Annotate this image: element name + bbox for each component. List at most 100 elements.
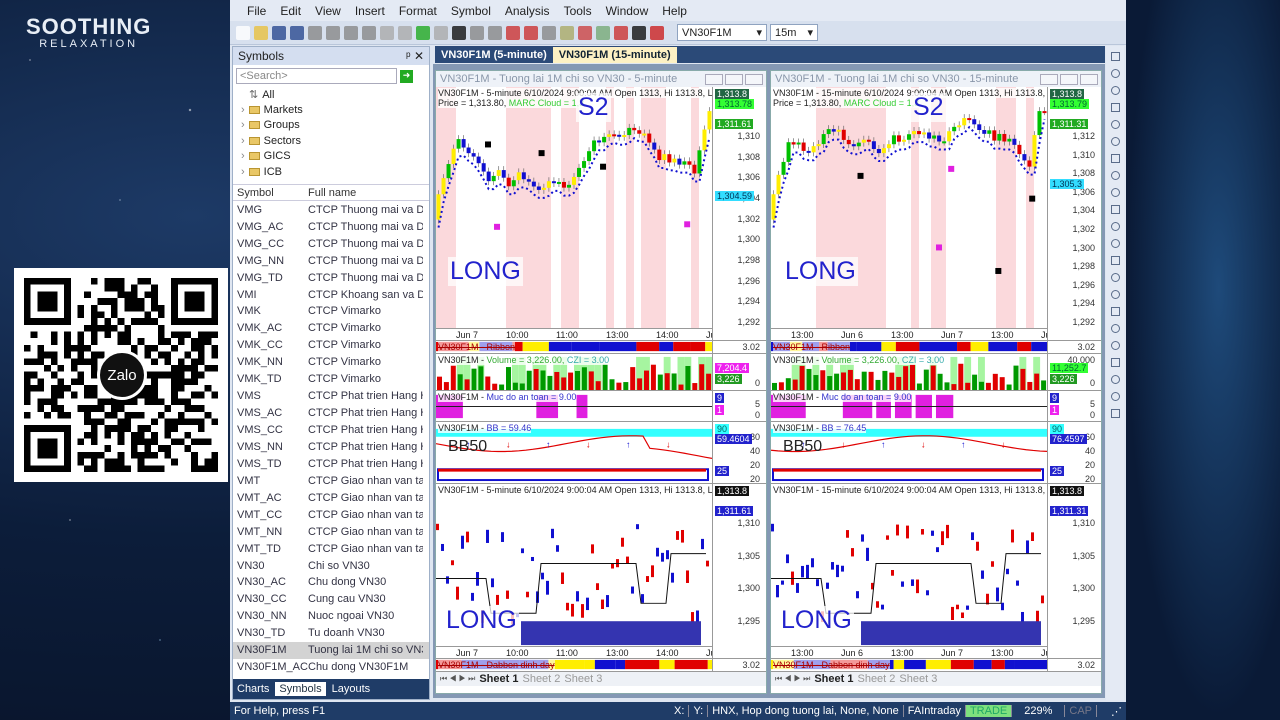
panel-tab-symbols[interactable]: Symbols — [275, 682, 326, 696]
sheet-nav-icon[interactable]: ⏮ ◀ ▶ ⏭ — [775, 674, 810, 684]
symbol-row[interactable]: VN30_AC Chu dong VN30 — [233, 574, 429, 591]
tree-item-groups[interactable]: › Groups — [233, 118, 429, 133]
toolbar-button-icon[interactable] — [398, 25, 412, 40]
price-pane-axis[interactable]: 1,312 1,310 1,308 1,306 1,304 1,302 1,300 1,298… — [1047, 87, 1101, 340]
expand-icon[interactable]: › — [241, 166, 245, 178]
symbol-row[interactable]: VMG_NN CTCP Thuong mai va D — [233, 252, 429, 269]
ribbon-pane-plot[interactable]: VN30F1M - Ribbon — [436, 341, 712, 353]
symbol-row[interactable]: VN30_TD Tu doanh VN30 — [233, 625, 429, 642]
symbol-row[interactable]: VMS_NN CTCP Phat trien Hang H — [233, 438, 429, 455]
search-input[interactable]: <Search> — [236, 68, 397, 84]
drawing-tool-icon[interactable] — [1110, 273, 1120, 282]
price-pane-plot[interactable]: VN30F1M - 5-minute 6/10/2024 9:00:04 AM … — [436, 87, 712, 340]
sheet-tab[interactable]: Sheet 1 — [479, 673, 518, 685]
menu-window[interactable]: Window — [599, 4, 656, 18]
tree-item-markets[interactable]: › Markets — [233, 102, 429, 117]
drawing-tool-icon[interactable] — [1110, 154, 1120, 163]
drawing-tool-icon[interactable] — [1110, 375, 1120, 384]
menu-file[interactable]: File — [240, 4, 273, 18]
symbol-row[interactable]: VMS_AC CTCP Phat trien Hang H — [233, 405, 429, 422]
go-icon[interactable]: ➜ — [400, 69, 413, 83]
ribbon-pane-axis[interactable]: 3.02 — [712, 659, 766, 671]
bb-pane-plot[interactable]: ↑ ↓ ↑ ↓ ↑ ↓ VN30F1M - BB = 59.46 BB50 — [436, 422, 712, 483]
symbol-row[interactable]: VN30F1M_AC Chu dong VN30F1M — [233, 659, 429, 676]
interval-select[interactable]: 15m ▾ — [770, 24, 818, 41]
toolbar-button-icon[interactable] — [542, 25, 556, 40]
drawing-tool-icon[interactable] — [1110, 324, 1120, 333]
symbol-row[interactable]: VMT CTCP Giao nhan van tai — [233, 472, 429, 489]
safety-pane-plot[interactable]: VN30F1M - Muc do an toan = 9.00 — [436, 391, 712, 421]
safety-pane-axis[interactable]: 50 9 1 — [1047, 391, 1101, 421]
drawing-tool-icon[interactable] — [1110, 341, 1120, 350]
secondary-price-pane-plot[interactable]: VN30F1M - 5-minute 6/10/2024 9:00:04 AM … — [436, 484, 712, 658]
close-icon[interactable]: ✕ — [414, 49, 424, 63]
drawing-tool-icon[interactable] — [1110, 188, 1120, 197]
drawing-tool-icon[interactable] — [1110, 103, 1120, 112]
symbol-row[interactable]: VN30 Chi so VN30 — [233, 557, 429, 574]
symbol-row[interactable]: VMK_CC CTCP Vimarko — [233, 337, 429, 354]
volume-pane-plot[interactable]: VN30F1M - Volume = 3,226.00, CZI = 3.00 — [436, 354, 712, 390]
close-button[interactable] — [745, 73, 763, 85]
doc-tab[interactable]: VN30F1M (5-minute) — [435, 47, 553, 63]
symbol-row[interactable]: VMG_AC CTCP Thuong mai va D — [233, 218, 429, 235]
toolbar-button-icon[interactable] — [596, 25, 610, 40]
col-name[interactable]: Full name — [308, 187, 356, 199]
symbol-row[interactable]: VMG_TD CTCP Thuong mai va D — [233, 269, 429, 286]
drawing-tool-icon[interactable] — [1110, 409, 1120, 418]
drawing-tool-icon[interactable] — [1110, 256, 1120, 265]
volume-pane-axis[interactable]: 0 7,204.4 3,226 — [712, 354, 766, 390]
toolbar-button-icon[interactable] — [650, 25, 664, 40]
sheet-nav-icon[interactable]: ⏮ ◀ ▶ ⏭ — [440, 674, 475, 684]
panel-tab-charts[interactable]: Charts — [233, 682, 273, 696]
pin-icon[interactable]: ᵖ — [406, 49, 411, 63]
toolbar-button-icon[interactable] — [614, 25, 628, 40]
symbol-row[interactable]: VMG_CC CTCP Thuong mai va D — [233, 235, 429, 252]
toolbar-button-icon[interactable] — [470, 25, 484, 40]
bb-pane-plot[interactable]: ↑ ↓ ↑ ↓ ↑ ↓ VN30F1M - BB = 76.45 BB50 — [771, 422, 1047, 483]
close-button[interactable] — [1080, 73, 1098, 85]
menu-symbol[interactable]: Symbol — [444, 4, 498, 18]
secondary-price-pane-axis[interactable]: 1,310 1,305 1,300 1,295 1,313.8 1,311.31 — [1047, 484, 1101, 658]
toolbar-button-icon[interactable] — [308, 25, 322, 40]
symbol-row[interactable]: VMK_NN CTCP Vimarko — [233, 354, 429, 371]
sheet-tab[interactable]: Sheet 3 — [564, 673, 602, 685]
safety-pane-plot[interactable]: VN30F1M - Muc do an toan = 9.00 — [771, 391, 1047, 421]
drawing-tool-icon[interactable] — [1110, 171, 1120, 180]
tree-item-all[interactable]: ⇅ All — [233, 87, 429, 102]
sheet-tab[interactable]: Sheet 1 — [814, 673, 853, 685]
menu-format[interactable]: Format — [392, 4, 444, 18]
toolbar-button-icon[interactable] — [290, 25, 304, 40]
toolbar-button-icon[interactable] — [326, 25, 340, 40]
ribbon-pane-axis[interactable]: 3.02 — [1047, 659, 1101, 671]
price-pane-plot[interactable]: VN30F1M - 15-minute 6/10/2024 9:00:04 AM… — [771, 87, 1047, 340]
toolbar-button-icon[interactable] — [254, 25, 268, 40]
safety-pane-axis[interactable]: 50 9 1 — [712, 391, 766, 421]
ribbon-pane-plot[interactable]: VN30F1M - Ribbon — [771, 341, 1047, 353]
drawing-tool-icon[interactable] — [1110, 205, 1120, 214]
drawing-tool-icon[interactable] — [1110, 52, 1120, 61]
menu-tools[interactable]: Tools — [557, 4, 599, 18]
drawing-tool-icon[interactable] — [1110, 392, 1120, 401]
drawing-tool-icon[interactable] — [1110, 69, 1120, 78]
ribbon-pane-axis[interactable]: 3.02 — [1047, 341, 1101, 353]
toolbar-button-icon[interactable] — [380, 25, 394, 40]
drawing-tool-icon[interactable] — [1110, 239, 1120, 248]
menu-view[interactable]: View — [308, 4, 348, 18]
price-pane-axis[interactable]: 1,3101,3081,3061,3041,3021,3001,2981,296… — [712, 87, 766, 340]
symbol-row[interactable]: VMT_NN CTCP Giao nhan van tai — [233, 523, 429, 540]
toolbar-button-icon[interactable] — [362, 25, 376, 40]
expand-icon[interactable]: › — [241, 119, 245, 131]
drawing-tool-icon[interactable] — [1110, 290, 1120, 299]
toolbar-button-icon[interactable] — [416, 25, 430, 40]
bb-pane-axis[interactable]: 60 40 20 20 90 76.4597 25 — [1047, 422, 1101, 484]
menu-help[interactable]: Help — [655, 4, 694, 18]
symbol-row[interactable]: VN30_NN Nuoc ngoai VN30 — [233, 608, 429, 625]
secondary-price-pane-axis[interactable]: 1,310 1,305 1,300 1,295 1,313.8 1,311.61 — [712, 484, 766, 658]
symbol-row[interactable]: VMT_AC CTCP Giao nhan van tai — [233, 489, 429, 506]
menu-edit[interactable]: Edit — [273, 4, 308, 18]
tree-item-icb[interactable]: › ICB — [233, 164, 429, 179]
toolbar-button-icon[interactable] — [578, 25, 592, 40]
toolbar-button-icon[interactable] — [272, 25, 286, 40]
expand-icon[interactable]: › — [241, 150, 245, 162]
symbol-row[interactable]: VMS_TD CTCP Phat trien Hang H — [233, 455, 429, 472]
